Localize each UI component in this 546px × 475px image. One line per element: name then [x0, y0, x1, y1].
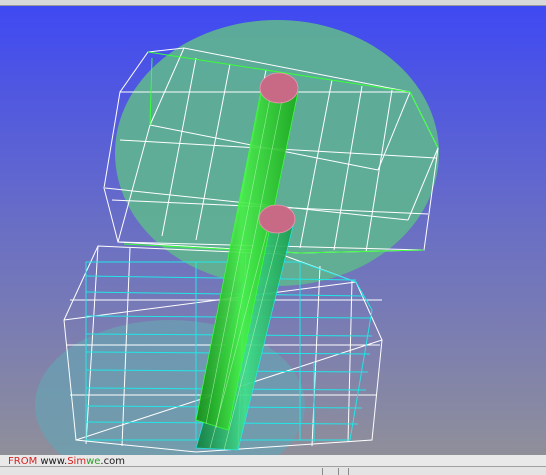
3d-viewport[interactable]	[0, 6, 546, 455]
status-bar-divider	[338, 468, 339, 475]
lower-cylinder-cap	[258, 204, 296, 234]
status-bar-divider	[322, 468, 323, 475]
application-window: FROM www.Simwe.com	[0, 0, 546, 475]
status-bar	[0, 466, 546, 475]
upper-cylinder-cap	[259, 72, 299, 104]
status-bar-divider	[348, 468, 349, 475]
